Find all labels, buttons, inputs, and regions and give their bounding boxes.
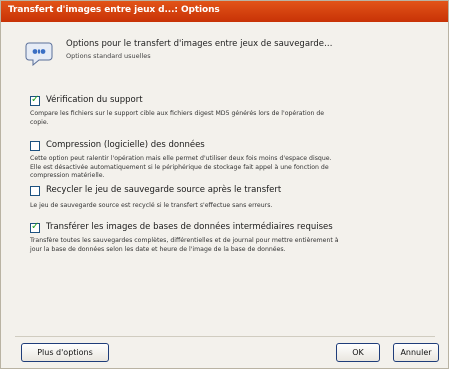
checkmark-icon: ✓ bbox=[31, 94, 40, 105]
options-dialog: Transfert d'images entre jeux d...: Opti… bbox=[0, 0, 449, 369]
transfer-intermediate-db-images-checkbox[interactable]: ✓ bbox=[30, 221, 40, 233]
media-verification-checkbox[interactable]: ✓ bbox=[30, 94, 40, 106]
title-bar[interactable]: Transfert d'images entre jeux d...: Opti… bbox=[1, 1, 448, 22]
software-compression-label[interactable]: Compression (logicielle) des données bbox=[46, 140, 205, 150]
options-dialog-icon bbox=[25, 42, 53, 66]
ok-button[interactable]: OK bbox=[336, 343, 380, 362]
transfer-intermediate-db-images-label[interactable]: Transférer les images de bases de donnée… bbox=[46, 222, 333, 232]
cancel-button[interactable]: Annuler bbox=[393, 343, 439, 362]
recycle-source-set-description: Le jeu de sauvegarde source est recyclé … bbox=[30, 202, 273, 209]
software-compression-checkbox[interactable] bbox=[30, 141, 40, 151]
dialog-subheading: Options standard usuelles bbox=[66, 52, 151, 60]
more-options-button[interactable]: Plus d'options bbox=[21, 343, 109, 362]
footer-divider bbox=[15, 336, 435, 337]
media-verification-label[interactable]: Vérification du support bbox=[46, 95, 143, 105]
checkmark-icon: ✓ bbox=[31, 221, 40, 232]
transfer-intermediate-db-images-description: Transfère toutes les sauvegardes complèt… bbox=[30, 237, 339, 253]
window-title: Transfert d'images entre jeux d...: Opti… bbox=[8, 5, 220, 15]
media-verification-description: Compare les fichiers sur le support cibl… bbox=[30, 110, 325, 126]
recycle-source-set-label[interactable]: Recycler le jeu de sauvegarde source apr… bbox=[46, 185, 281, 195]
recycle-source-set-checkbox[interactable] bbox=[30, 186, 40, 196]
dialog-heading: Options pour le transfert d'images entre… bbox=[66, 39, 333, 49]
software-compression-description: Cette option peut ralentir l'opération m… bbox=[30, 155, 332, 180]
